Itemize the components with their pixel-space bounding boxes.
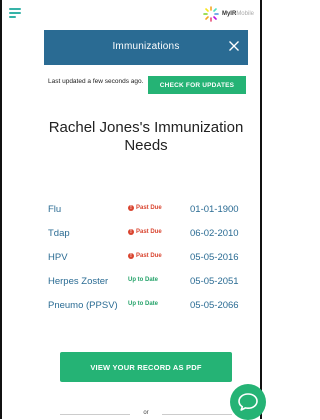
vaccine-name: Tdap <box>48 228 70 239</box>
due-date: 05-05-2051 <box>190 276 239 287</box>
modal-title: Immunizations <box>112 41 180 52</box>
status-text: Up to Date <box>128 301 158 307</box>
vaccine-name: Flu <box>48 204 62 215</box>
immunizations-modal: Immunizations Last updated a few seconds… <box>44 30 248 419</box>
check-for-updates-button[interactable]: CHECK FOR UPDATES <box>148 76 246 94</box>
sun-logo-icon <box>203 6 219 22</box>
page-title: Rachel Jones's Immunization Needs <box>48 119 244 154</box>
due-date: 01-01-1900 <box>190 204 239 215</box>
brand-logo: MyIRMobile <box>203 6 254 22</box>
status-text: Past Due <box>136 229 162 235</box>
status-text: Up to Date <box>128 277 158 283</box>
immunization-row[interactable]: Tdap! Past Due 06-02-2010 <box>48 228 244 252</box>
exclamation-circle-icon: ! <box>128 253 134 259</box>
brand-name: MyIRMobile <box>221 11 254 17</box>
app-frame: MyIRMobile Immunizations Last updated a … <box>0 0 266 420</box>
close-icon[interactable] <box>228 40 240 52</box>
immunization-row[interactable]: Herpes Zoster Up to Date 05-05-2051 <box>48 276 244 300</box>
status-badge: Up to Date <box>128 301 158 307</box>
due-date: 05-05-2016 <box>190 252 239 263</box>
last-updated-text: Last updated a few seconds ago. <box>48 78 144 85</box>
exclamation-circle-icon: ! <box>128 205 134 211</box>
status-badge: ! Past Due <box>128 253 162 259</box>
immunization-row[interactable]: Flu! Past Due 01-01-1900 <box>48 204 244 228</box>
chat-button[interactable] <box>230 384 266 420</box>
due-date: 05-05-2066 <box>190 300 239 311</box>
status-text: Past Due <box>136 205 162 211</box>
modal-header: Immunizations <box>44 30 248 65</box>
chat-bubble-icon <box>238 393 258 411</box>
status-badge: ! Past Due <box>128 229 162 235</box>
vaccine-name: HPV <box>48 252 68 263</box>
immunization-row[interactable]: HPV! Past Due 05-05-2016 <box>48 252 244 276</box>
exclamation-circle-icon: ! <box>128 229 134 235</box>
vaccine-name: Herpes Zoster <box>48 276 109 287</box>
due-date: 06-02-2010 <box>190 228 239 239</box>
immunization-list: Flu! Past Due 01-01-1900 Tdap! Past Due 06-02… <box>48 204 244 324</box>
status-badge: Up to Date <box>128 277 158 283</box>
hamburger-menu-icon[interactable] <box>9 8 21 18</box>
vaccine-name: Pneumo (PPSV) <box>48 300 118 311</box>
view-pdf-button[interactable]: VIEW YOUR RECORD AS PDF <box>60 352 232 382</box>
immunization-row[interactable]: Pneumo (PPSV) Up to Date 05-05-2066 <box>48 300 244 324</box>
status-text: Past Due <box>136 253 162 259</box>
divider-text: or <box>143 410 149 416</box>
status-badge: ! Past Due <box>128 205 162 211</box>
